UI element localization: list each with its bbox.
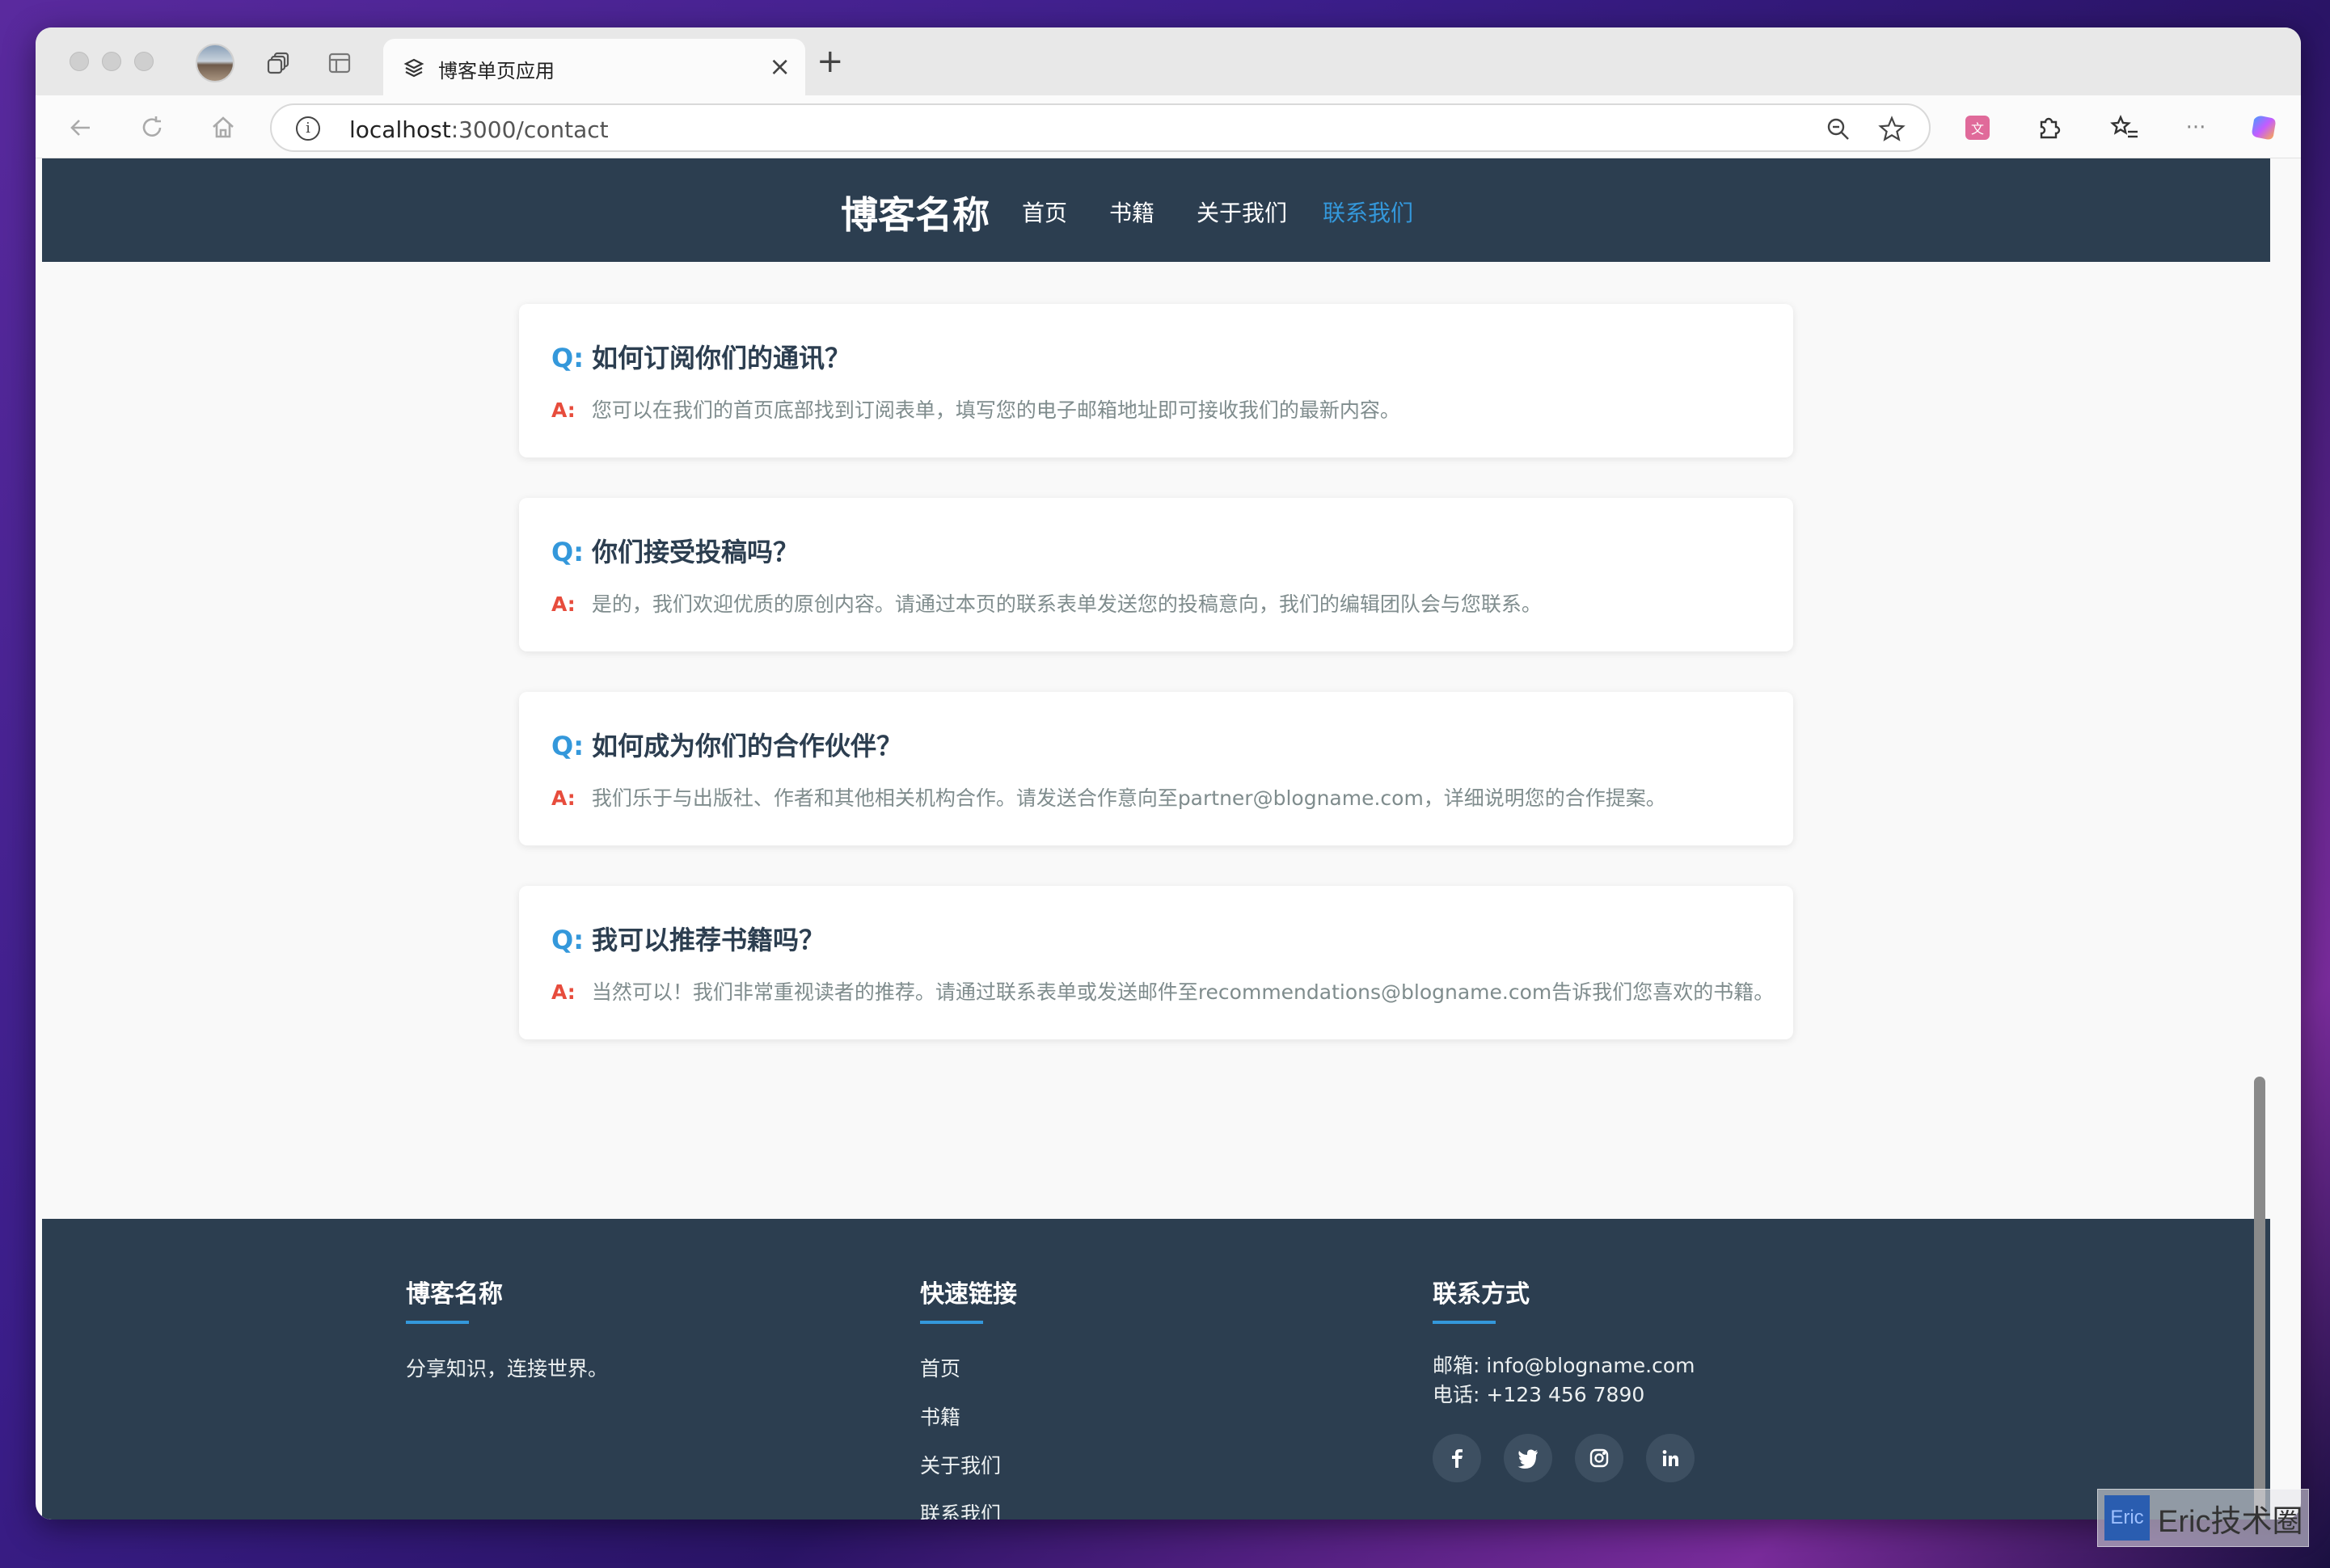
zoom-out-icon[interactable] (1824, 115, 1853, 144)
footer-links: 快速链接 首页 书籍 关于我们 联系我们 (920, 1274, 1017, 1520)
maximize-window-button[interactable] (134, 52, 154, 71)
watermark: Eric Eric技术圈 (2097, 1489, 2309, 1547)
footer-link-books[interactable]: 书籍 (920, 1402, 1017, 1431)
tab-active[interactable]: 博客单页应用 × (383, 39, 805, 95)
faq-item: Q: 如何订阅你们的通讯？ A: 您可以在我们的首页底部找到订阅表单，填写您的电子邮… (519, 304, 1793, 457)
home-icon[interactable] (207, 112, 239, 144)
faq-question: Q: 如何成为你们的合作伙伴？ (551, 731, 903, 761)
url-text: localhost:3000/contact (349, 116, 609, 143)
faq-answer: A: 您可以在我们的首页底部找到订阅表单，填写您的电子邮箱地址即可接收我们的最新内… (551, 398, 1400, 422)
instagram-icon[interactable] (1575, 1434, 1623, 1482)
web-page: 博客名称 首页 书籍 关于我们 联系我们 Q: 如何订阅你们的通讯？ A: 您可以在… (42, 158, 2270, 1520)
footer-tagline: 分享知识，连接世界。 (406, 1357, 609, 1380)
nav-link-contact[interactable]: 联系我们 (1323, 196, 1413, 228)
favorites-list-icon[interactable] (2108, 112, 2141, 144)
linkedin-icon[interactable] (1646, 1434, 1695, 1482)
footer-phone: 电话: +123 456 7890 (1433, 1383, 1645, 1406)
page-scrollbar[interactable] (2254, 1077, 2265, 1520)
footer-link-contact[interactable]: 联系我们 (920, 1498, 1017, 1520)
tab-strip: 博客单页应用 × + (36, 27, 2301, 95)
browser-window: 博客单页应用 × + i localhost:3000/contact 文 ··… (36, 27, 2301, 1520)
tab-title: 博客单页应用 (438, 60, 555, 82)
faq-item: Q: 如何成为你们的合作伙伴？ A: 我们乐于与出版社、作者和其他相关机构合作。请发… (519, 692, 1793, 845)
new-tab-button[interactable]: + (817, 45, 844, 78)
tab-close-icon[interactable]: × (769, 52, 791, 81)
faq-question: Q: 你们接受投稿吗？ (551, 537, 800, 567)
faq-item: Q: 你们接受投稿吗？ A: 是的，我们欢迎优质的原创内容。请通过本页的联系表单发送… (519, 498, 1793, 651)
footer-contact-title: 联系方式 (1433, 1280, 1530, 1309)
footer-link-about[interactable]: 关于我们 (920, 1450, 1017, 1479)
faq-item: Q: 我可以推荐书籍吗？ A: 当然可以！我们非常重视读者的推荐。请通过联系表单或发… (519, 886, 1793, 1039)
social-links (1433, 1434, 1695, 1482)
copilot-icon[interactable] (2248, 112, 2280, 144)
minimize-window-button[interactable] (102, 52, 121, 71)
title-underline (1433, 1321, 1496, 1324)
address-bar[interactable]: i localhost:3000/contact (270, 103, 1931, 152)
footer-link-home[interactable]: 首页 (920, 1353, 1017, 1382)
close-window-button[interactable] (70, 52, 89, 71)
back-arrow-icon[interactable] (65, 112, 97, 144)
nav-link-books[interactable]: 书籍 (1109, 196, 1154, 228)
reload-icon[interactable] (136, 112, 168, 144)
profile-avatar[interactable] (196, 44, 234, 82)
extensions-puzzle-icon[interactable] (2032, 112, 2065, 144)
site-brand[interactable]: 博客名称 (841, 186, 990, 239)
site-footer: 博客名称 分享知识，连接世界。 快速链接 首页 书籍 关于我们 联系我们 联系方… (42, 1219, 2270, 1520)
faq-answer: A: 当然可以！我们非常重视读者的推荐。请通过联系表单或发送邮件至recommen… (551, 980, 1775, 1004)
watermark-text: Eric技术圈 (2158, 1504, 2303, 1539)
footer-email: 邮箱: info@blogname.com (1433, 1354, 1695, 1377)
browser-toolbar: i localhost:3000/contact 文 ··· (36, 95, 2301, 158)
footer-about-title: 博客名称 (406, 1280, 503, 1309)
translate-extension-icon[interactable]: 文 (1961, 112, 1994, 144)
faq-answer: A: 我们乐于与出版社、作者和其他相关机构合作。请发送合作意向至partner@b… (551, 786, 1666, 810)
layers-icon (403, 57, 425, 79)
site-header: 博客名称 首页 书籍 关于我们 联系我们 (42, 158, 2270, 262)
faq-question: Q: 如何订阅你们的通讯？ (551, 343, 851, 373)
title-underline (920, 1321, 983, 1324)
svg-text:文: 文 (1971, 121, 1984, 137)
watermark-logo: Eric (2104, 1495, 2150, 1541)
footer-contact: 联系方式 邮箱: info@blogname.com 电话: +123 456 … (1433, 1274, 1695, 1482)
twitter-icon[interactable] (1504, 1434, 1552, 1482)
footer-links-title: 快速链接 (920, 1280, 1017, 1309)
workspaces-icon[interactable] (265, 48, 294, 78)
nav-link-about[interactable]: 关于我们 (1197, 196, 1287, 228)
nav-link-home[interactable]: 首页 (1022, 196, 1067, 228)
faq-question: Q: 我可以推荐书籍吗？ (551, 925, 825, 955)
facebook-icon[interactable] (1433, 1434, 1481, 1482)
title-underline (406, 1321, 469, 1324)
footer-about: 博客名称 分享知识，连接世界。 (406, 1274, 608, 1382)
vertical-tabs-icon[interactable] (325, 48, 354, 78)
more-menu-icon[interactable]: ··· (2180, 112, 2212, 144)
favorite-star-icon[interactable] (1877, 115, 1906, 144)
faq-answer: A: 是的，我们欢迎优质的原创内容。请通过本页的联系表单发送您的投稿意向，我们的编… (551, 592, 1542, 616)
site-info-icon[interactable]: i (296, 116, 320, 141)
